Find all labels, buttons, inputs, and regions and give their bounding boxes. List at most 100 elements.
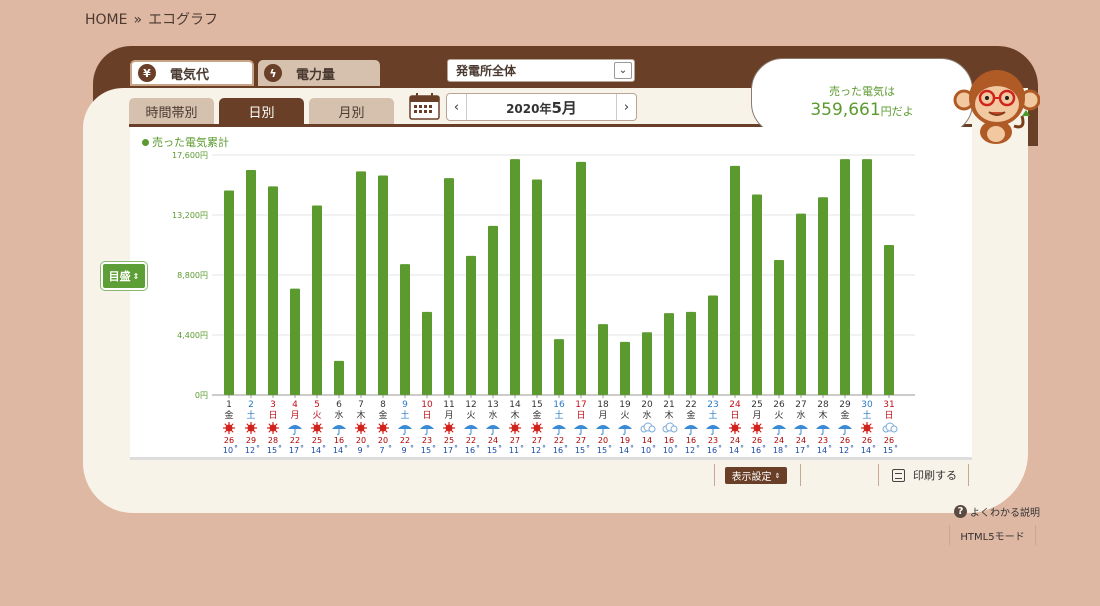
bar [752,194,762,395]
html5-mode-button[interactable]: HTML5モード [949,525,1036,545]
x-tick-label: 19 [619,400,631,410]
weekday-label: 木 [818,409,827,421]
temp-min-label: 17 [795,446,805,455]
x-tick-label: 30 [861,400,873,410]
bar [818,197,828,395]
x-tick-label: 22 [685,400,696,410]
bar [488,225,498,395]
weekday-label: 火 [312,410,321,421]
degree-label: ° [476,444,480,453]
temp-min-label: 18 [773,446,783,455]
divider [714,464,715,486]
temp-max-label: 14 [642,436,652,445]
temp-max-label: 26 [840,436,850,445]
temp-min-label: 12 [245,446,255,455]
temp-min-label: 15 [421,446,431,455]
temp-min-label: 14 [333,446,343,455]
x-tick-label: 12 [465,400,476,410]
temp-min-label: 16 [707,446,717,455]
umbrella-icon [794,425,808,435]
x-tick-label: 6 [336,400,342,410]
divider [878,464,879,486]
weekday-label: 日 [422,410,431,421]
temp-max-label: 22 [400,436,410,445]
temp-min-label: 17 [443,446,453,455]
y-tick-label: 13,200円 [172,211,208,220]
y-tick-label: 4,400円 [177,331,208,340]
printer-icon [892,468,905,482]
bar [576,161,586,395]
degree-label: ° [300,444,304,453]
x-tick-label: 16 [553,400,565,410]
x-tick-label: 25 [751,400,762,410]
weekday-label: 月 [444,410,453,421]
bar [246,170,256,395]
display-settings-label: 表示設定 [731,472,772,483]
bar [708,295,718,395]
degree-label: ° [674,444,678,453]
degree-label: ° [850,444,854,453]
temp-min-label: 14 [619,446,629,455]
x-tick-label: 9 [402,400,408,410]
weekday-label: 日 [730,410,739,421]
sun-icon [245,422,257,434]
degree-label: ° [278,444,282,453]
temp-max-label: 22 [554,436,564,445]
degree-label: ° [586,444,590,453]
temp-min-label: 17 [289,446,299,455]
temp-min-label: 10 [641,446,651,455]
degree-label: ° [696,444,700,453]
temp-min-label: 10 [663,446,673,455]
degree-label: ° [432,444,436,453]
temp-max-label: 24 [774,436,784,445]
temp-min-label: 15 [883,446,893,455]
degree-label: ° [894,444,898,453]
x-tick-label: 1 [226,400,232,410]
weekday-label: 火 [620,410,629,421]
y-tick-label: 17,600円 [172,151,208,160]
bar [290,288,300,395]
degree-label: ° [784,444,788,453]
temp-max-label: 20 [598,436,608,445]
up-down-arrow-icon: ⇕ [774,471,781,480]
weekday-label: 水 [334,409,343,421]
temp-max-label: 27 [576,436,586,445]
x-tick-label: 26 [773,400,785,410]
temp-max-label: 23 [422,436,432,445]
print-button[interactable]: 印刷する [892,467,957,483]
weekday-label: 水 [796,409,805,421]
bar [224,190,234,395]
x-tick-label: 3 [270,400,276,410]
bar [466,255,476,395]
x-tick-label: 18 [597,400,609,410]
bar [400,264,410,395]
bar [334,360,344,395]
temp-max-label: 25 [312,436,322,445]
temp-min-label: 12 [685,446,695,455]
degree-label: ° [652,444,656,453]
temp-min-label: 16 [465,446,475,455]
help-link[interactable]: ? よくわかる説明 [954,504,1040,519]
umbrella-icon [332,425,346,435]
sun-icon [267,422,279,434]
temp-min-label: 14 [729,446,739,455]
x-tick-label: 15 [531,400,542,410]
divider [968,464,969,486]
temp-max-label: 24 [796,436,806,445]
display-settings-button[interactable]: 表示設定 ⇕ [725,467,787,484]
bar [730,165,740,395]
temp-min-label: 16 [751,446,761,455]
temp-max-label: 19 [620,436,630,445]
temp-min-label: 15 [597,446,607,455]
temp-max-label: 16 [334,436,344,445]
degree-label: ° [718,444,722,453]
temp-max-label: 25 [444,436,454,445]
weekday-label: 金 [378,409,387,421]
umbrella-icon [398,425,412,435]
help-label: よくわかる説明 [970,508,1040,519]
temp-max-label: 28 [268,436,278,445]
weekday-label: 水 [642,409,651,421]
bar [796,213,806,395]
x-tick-label: 23 [707,400,718,410]
temp-min-label: 9 [401,446,406,455]
